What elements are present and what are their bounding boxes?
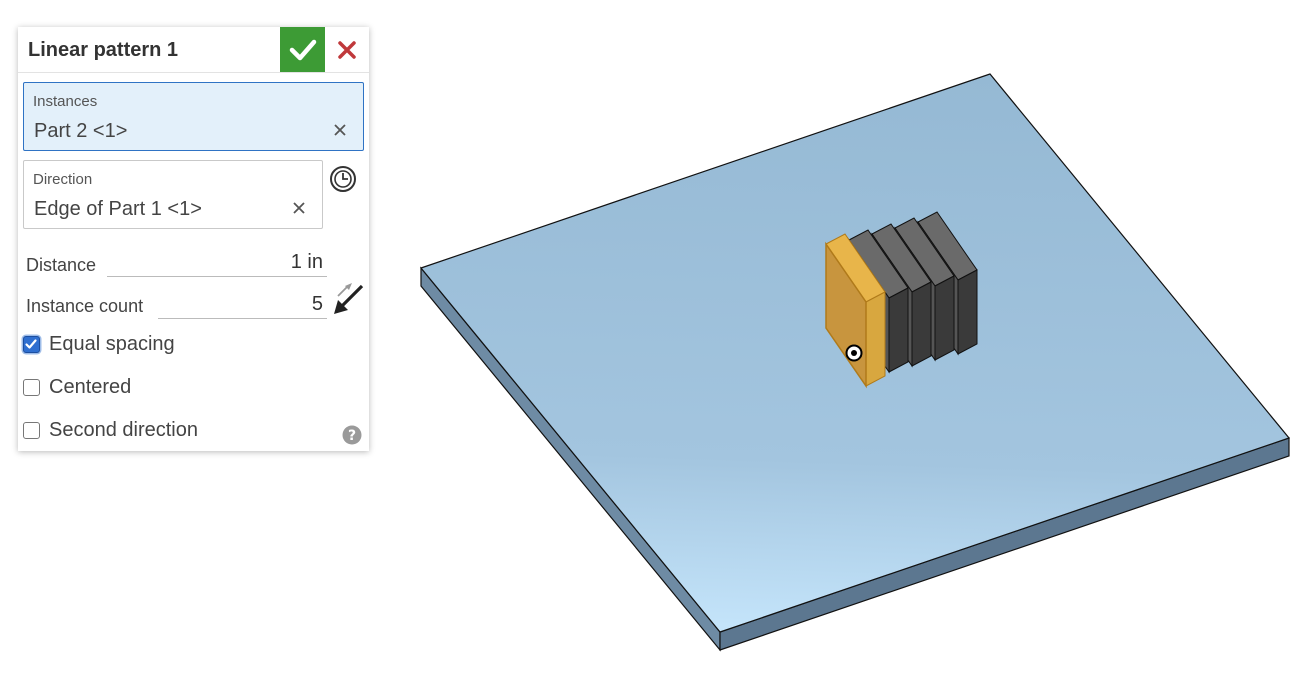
dialog-header: Linear pattern 1 <box>18 27 369 73</box>
direction-edge-marker-icon[interactable] <box>845 344 863 362</box>
equal-spacing-option[interactable]: Equal spacing <box>23 331 175 357</box>
cancel-button[interactable] <box>328 27 366 72</box>
svg-text:?: ? <box>348 428 356 444</box>
instances-selection-field[interactable]: Instances Part 2 <1> <box>23 82 364 151</box>
help-icon[interactable]: ? <box>342 425 362 445</box>
instances-clear-icon[interactable] <box>331 121 349 139</box>
second-direction-label: Second direction <box>49 418 198 441</box>
second-direction-option[interactable]: Second direction <box>23 417 198 443</box>
direction-clear-icon[interactable] <box>290 199 308 217</box>
flip-direction-arrow-icon[interactable] <box>332 282 366 316</box>
instances-label: Instances <box>33 93 98 110</box>
direction-selection-field[interactable]: Direction Edge of Part 1 <1> <box>23 160 323 229</box>
instance-count-input[interactable] <box>158 291 327 319</box>
centered-label: Centered <box>49 375 132 398</box>
direction-value: Edge of Part 1 <1> <box>34 198 202 220</box>
accept-button[interactable] <box>280 27 325 72</box>
instances-value: Part 2 <1> <box>34 120 128 142</box>
close-icon <box>338 40 356 59</box>
centered-checkbox[interactable] <box>23 378 40 396</box>
dialog-title: Linear pattern 1 <box>28 39 179 61</box>
equal-spacing-checkbox[interactable] <box>23 335 40 353</box>
history-clock-icon[interactable] <box>329 165 357 193</box>
equal-spacing-label: Equal spacing <box>49 332 175 355</box>
instance-count-label: Instance count <box>26 296 144 316</box>
distance-label: Distance <box>26 255 97 275</box>
centered-option[interactable]: Centered <box>23 374 131 400</box>
second-direction-checkbox[interactable] <box>23 421 40 439</box>
check-icon <box>289 39 316 60</box>
distance-input[interactable] <box>107 249 327 277</box>
linear-pattern-dialog: Linear pattern 1 Instances Part 2 <1> Di… <box>18 27 369 451</box>
direction-label: Direction <box>33 171 93 188</box>
